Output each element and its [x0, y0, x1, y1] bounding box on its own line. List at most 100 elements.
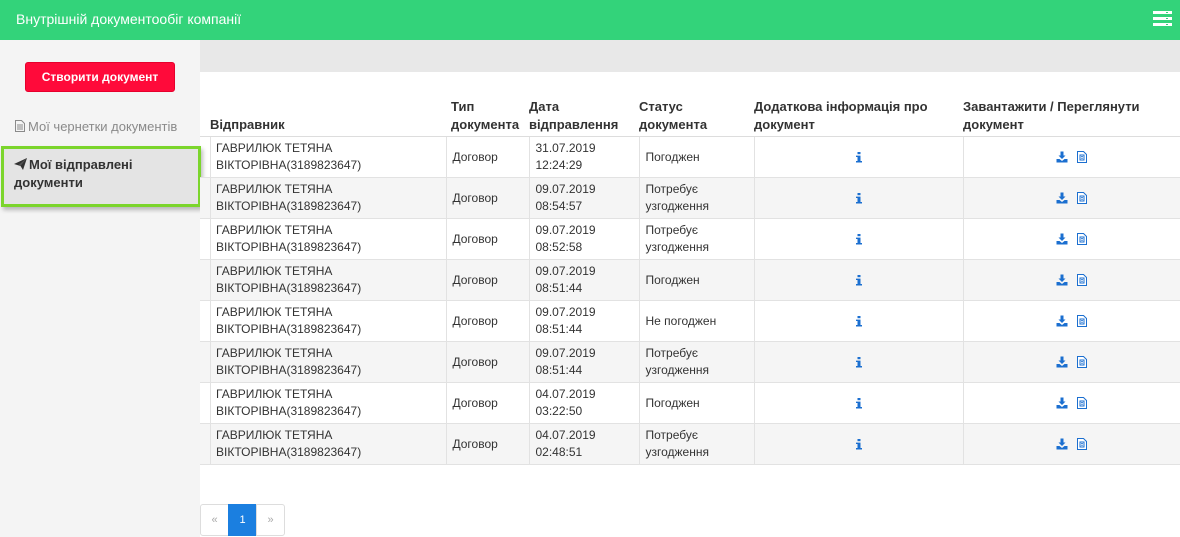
cell-date: 09.07.2019 08:51:44: [528, 300, 639, 342]
view-document-icon[interactable]: [1076, 233, 1088, 246]
view-document-icon[interactable]: [1076, 356, 1088, 369]
download-icon[interactable]: [1056, 397, 1068, 409]
column-header-sender: Відправник: [200, 94, 446, 137]
cell-sender: ГАВРИЛЮК ТЕТЯНА ВІКТОРІВНА(3189823647): [200, 341, 446, 383]
cell-date-value: 09.07.2019: [535, 346, 596, 360]
cell-info: [753, 423, 963, 465]
cell-sender: ГАВРИЛЮК ТЕТЯНА ВІКТОРІВНА(3189823647): [200, 136, 446, 178]
download-icon[interactable]: [1056, 192, 1068, 204]
cell-date-value: 04.07.2019: [535, 387, 596, 401]
cell-actions: [962, 423, 1180, 465]
info-icon[interactable]: [853, 192, 865, 204]
cell-date: 31.07.2019 12:24:29: [528, 136, 639, 178]
cell-status: Погоджен: [638, 382, 754, 424]
cell-time-value: 08:51:44: [535, 363, 583, 377]
column-header-download: Завантажити / Переглянути документ: [963, 94, 1180, 137]
view-document-icon[interactable]: [1076, 438, 1088, 451]
cell-status: Потребує узгодження: [638, 341, 754, 383]
cell-type: Договор: [445, 423, 529, 465]
view-document-icon[interactable]: [1076, 397, 1088, 410]
table-header-row: Відправник Тип документа Дата відправлен…: [200, 94, 1180, 137]
pagination-page-current[interactable]: 1: [228, 504, 257, 536]
cell-info: [753, 300, 963, 342]
sidebar-item-sent[interactable]: Мої відправлені документи: [1, 146, 201, 207]
document-icon: [15, 120, 25, 132]
cell-actions: [962, 300, 1180, 342]
cell-date-value: 31.07.2019: [535, 141, 596, 155]
table-row: ГАВРИЛЮК ТЕТЯНА ВІКТОРІВНА(3189823647) До…: [200, 423, 1180, 465]
cell-date: 09.07.2019 08:52:58: [528, 218, 639, 260]
cell-time-value: 08:51:44: [535, 322, 583, 336]
view-document-icon[interactable]: [1076, 315, 1088, 328]
cell-date-value: 04.07.2019: [535, 428, 596, 442]
cell-info: [753, 218, 963, 260]
cell-sender: ГАВРИЛЮК ТЕТЯНА ВІКТОРІВНА(3189823647): [200, 423, 446, 465]
table-row: ГАВРИЛЮК ТЕТЯНА ВІКТОРІВНА(3189823647) До…: [200, 341, 1180, 383]
sidebar: Створити документ Мої чернетки документі…: [0, 40, 201, 537]
cell-type: Договор: [445, 136, 529, 178]
download-icon[interactable]: [1056, 356, 1068, 368]
cell-actions: [962, 341, 1180, 383]
app-title: Внутрішній документообіг компанії: [16, 11, 242, 27]
cell-date: 09.07.2019 08:51:44: [528, 259, 639, 301]
pagination-next[interactable]: »: [256, 504, 285, 536]
cell-status: Погоджен: [638, 259, 754, 301]
cell-time-value: 08:54:57: [535, 199, 583, 213]
pagination-prev[interactable]: «: [200, 504, 229, 536]
cell-sender: ГАВРИЛЮК ТЕТЯНА ВІКТОРІВНА(3189823647): [200, 177, 446, 219]
cell-date-value: 09.07.2019: [535, 305, 596, 319]
cell-actions: [962, 177, 1180, 219]
cell-time-value: 02:48:51: [535, 445, 583, 459]
info-icon[interactable]: [853, 438, 865, 450]
column-header-type: Тип документа: [446, 94, 529, 137]
cell-actions: [962, 259, 1180, 301]
pagination: « 1 »: [200, 504, 285, 536]
menu-icon[interactable]: [1153, 11, 1172, 26]
cell-type: Договор: [445, 218, 529, 260]
cell-time-value: 08:52:58: [535, 240, 583, 254]
cell-info: [753, 382, 963, 424]
column-header-date: Дата відправлення: [529, 94, 639, 137]
cell-type: Договор: [445, 341, 529, 383]
info-icon[interactable]: [853, 233, 865, 245]
create-document-button[interactable]: Створити документ: [25, 62, 175, 92]
cell-date: 09.07.2019 08:51:44: [528, 341, 639, 383]
content-toolbar: [200, 40, 1180, 72]
info-icon[interactable]: [853, 315, 865, 327]
download-icon[interactable]: [1056, 151, 1068, 163]
download-icon[interactable]: [1056, 438, 1068, 450]
cell-type: Договор: [445, 382, 529, 424]
view-document-icon[interactable]: [1076, 274, 1088, 287]
table-row: ГАВРИЛЮК ТЕТЯНА ВІКТОРІВНА(3189823647) До…: [200, 218, 1180, 260]
cell-type: Договор: [445, 177, 529, 219]
documents-table: Відправник Тип документа Дата відправлен…: [200, 94, 1180, 465]
sidebar-item-drafts-label: Мої чернетки документів: [28, 119, 178, 134]
table-row: ГАВРИЛЮК ТЕТЯНА ВІКТОРІВНА(3189823647) До…: [200, 177, 1180, 219]
paper-plane-icon: [14, 158, 27, 170]
cell-type: Договор: [445, 300, 529, 342]
download-icon[interactable]: [1056, 233, 1068, 245]
cell-info: [753, 259, 963, 301]
cell-date-value: 09.07.2019: [535, 264, 596, 278]
view-document-icon[interactable]: [1076, 192, 1088, 205]
cell-time-value: 03:22:50: [535, 404, 583, 418]
info-icon[interactable]: [853, 356, 865, 368]
column-header-info: Додаткова інформація про документ: [754, 94, 963, 137]
download-icon[interactable]: [1056, 274, 1068, 286]
sidebar-item-drafts[interactable]: Мої чернетки документів: [15, 119, 195, 134]
cell-status: Не погоджен: [638, 300, 754, 342]
cell-date: 04.07.2019 03:22:50: [528, 382, 639, 424]
cell-info: [753, 177, 963, 219]
download-icon[interactable]: [1056, 315, 1068, 327]
view-document-icon[interactable]: [1076, 151, 1088, 164]
info-icon[interactable]: [853, 151, 865, 163]
cell-date-value: 09.07.2019: [535, 182, 596, 196]
cell-status: Потребує узгодження: [638, 177, 754, 219]
info-icon[interactable]: [853, 274, 865, 286]
cell-sender: ГАВРИЛЮК ТЕТЯНА ВІКТОРІВНА(3189823647): [200, 259, 446, 301]
cell-sender: ГАВРИЛЮК ТЕТЯНА ВІКТОРІВНА(3189823647): [200, 300, 446, 342]
info-icon[interactable]: [853, 397, 865, 409]
cell-time-value: 08:51:44: [535, 281, 583, 295]
cell-time-value: 12:24:29: [535, 158, 583, 172]
column-header-status: Статус документа: [639, 94, 754, 137]
